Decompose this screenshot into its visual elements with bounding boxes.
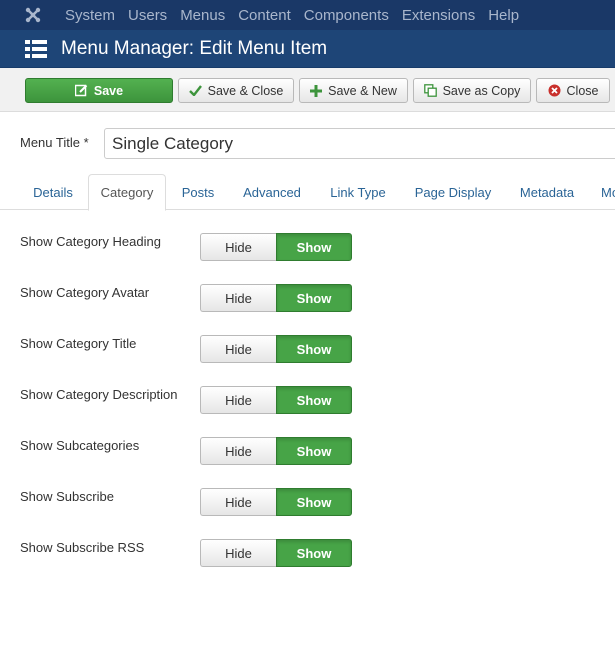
save-close-label: Save & Close	[207, 83, 284, 98]
tab-link-type[interactable]: Link Type	[316, 174, 400, 210]
show-category-avatar-toggle: Hide Show	[200, 284, 352, 312]
tab-details[interactable]: Details	[20, 174, 86, 210]
show-category-heading-toggle: Hide Show	[200, 233, 352, 261]
nav-users[interactable]: Users	[128, 7, 167, 24]
show-option[interactable]: Show	[276, 539, 352, 567]
hide-option[interactable]: Hide	[200, 539, 276, 567]
show-subcategories-toggle: Hide Show	[200, 437, 352, 465]
nav-content[interactable]: Content	[238, 7, 291, 24]
list-icon	[25, 39, 47, 58]
edit-icon	[74, 84, 88, 97]
option-label: Show Category Description	[20, 387, 178, 402]
option-label: Show Category Avatar	[20, 285, 150, 300]
show-category-description-toggle: Hide Show	[200, 386, 352, 414]
tab-more[interactable]: Mo	[590, 174, 615, 210]
show-category-title-toggle: Hide Show	[200, 335, 352, 363]
copy-icon	[423, 84, 437, 97]
show-option[interactable]: Show	[276, 488, 352, 516]
tab-category[interactable]: Category	[88, 174, 166, 211]
save-button[interactable]: Save	[25, 78, 173, 103]
close-button[interactable]: Close	[536, 78, 610, 103]
plus-icon	[310, 84, 323, 97]
nav-system[interactable]: System	[65, 7, 115, 24]
top-navbar: System Users Menus Content Components Ex…	[0, 0, 615, 30]
menu-title-label: Menu Title *	[20, 135, 89, 150]
show-option[interactable]: Show	[276, 233, 352, 261]
nav-components[interactable]: Components	[304, 7, 389, 24]
hide-option[interactable]: Hide	[200, 386, 276, 414]
show-subscribe-rss-toggle: Hide Show	[200, 539, 352, 567]
show-option[interactable]: Show	[276, 437, 352, 465]
hide-option[interactable]: Hide	[200, 437, 276, 465]
option-label: Show Category Title	[20, 336, 137, 351]
hide-option[interactable]: Hide	[200, 233, 276, 261]
show-option[interactable]: Show	[276, 386, 352, 414]
save-button-label: Save	[93, 83, 124, 98]
save-new-button[interactable]: Save & New	[299, 78, 408, 103]
toolbar: Save Save & Close Save & New Save as Cop…	[0, 68, 615, 112]
option-label: Show Subscribe RSS	[20, 540, 145, 555]
tab-metadata[interactable]: Metadata	[506, 174, 588, 210]
option-label: Show Subscribe	[20, 489, 114, 504]
save-as-copy-button[interactable]: Save as Copy	[413, 78, 531, 103]
tab-posts[interactable]: Posts	[168, 174, 228, 210]
save-new-label: Save & New	[328, 83, 397, 98]
hide-option[interactable]: Hide	[200, 488, 276, 516]
menu-title-input[interactable]	[104, 128, 615, 159]
save-close-button[interactable]: Save & Close	[178, 78, 294, 103]
nav-menus[interactable]: Menus	[180, 7, 225, 24]
hide-option[interactable]: Hide	[200, 284, 276, 312]
show-subscribe-toggle: Hide Show	[200, 488, 352, 516]
close-label: Close	[566, 83, 599, 98]
show-option[interactable]: Show	[276, 284, 352, 312]
tab-bar: Details Category Posts Advanced Link Typ…	[0, 174, 615, 211]
page-header: Menu Manager: Edit Menu Item	[0, 30, 615, 68]
hide-option[interactable]: Hide	[200, 335, 276, 363]
tab-page-display[interactable]: Page Display	[402, 174, 504, 210]
save-as-copy-label: Save as Copy	[442, 83, 521, 98]
nav-extensions[interactable]: Extensions	[402, 7, 475, 24]
tab-advanced[interactable]: Advanced	[230, 174, 314, 210]
option-label: Show Subcategories	[20, 438, 140, 453]
joomla-logo-icon[interactable]	[24, 6, 42, 24]
close-icon	[548, 84, 561, 97]
check-icon	[188, 85, 202, 96]
show-option[interactable]: Show	[276, 335, 352, 363]
nav-help[interactable]: Help	[488, 7, 519, 24]
option-label: Show Category Heading	[20, 234, 161, 249]
page-title: Menu Manager: Edit Menu Item	[61, 37, 328, 59]
